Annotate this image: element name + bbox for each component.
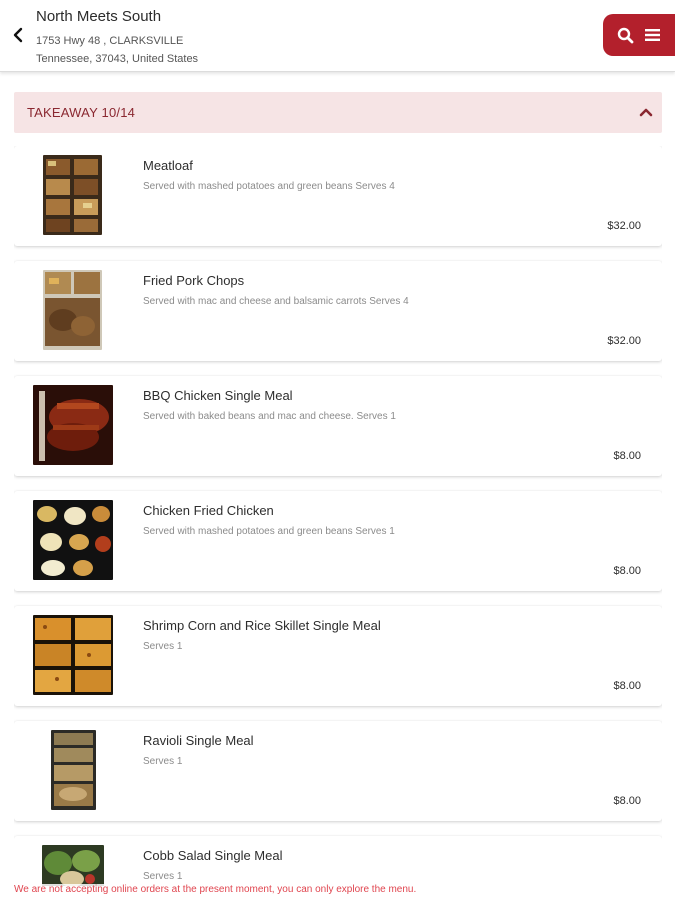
hamburger-menu-icon: [645, 29, 661, 41]
item-photo: [33, 500, 113, 580]
address-line-1: 1753 Hwy 48 , CLARKSVILLE: [36, 35, 184, 47]
app-header: North Meets South 1753 Hwy 48 , CLARKSVI…: [0, 0, 675, 72]
item-description: Served with mac and cheese and balsamic …: [143, 296, 409, 307]
item-price: $8.00: [613, 680, 641, 692]
category-header-takeaway[interactable]: TAKEAWAY 10/14: [14, 92, 662, 133]
item-name: Fried Pork Chops: [143, 273, 245, 288]
item-photo: [43, 155, 102, 235]
item-price: $8.00: [613, 565, 641, 577]
search-icon: [617, 27, 634, 43]
item-name: Cobb Salad Single Meal: [143, 848, 283, 863]
ordering-unavailable-notice: We are not accepting online orders at th…: [14, 884, 417, 895]
menu-item-card[interactable]: Chicken Fried Chicken Served with mashed…: [14, 491, 662, 591]
item-name: Chicken Fried Chicken: [143, 503, 274, 518]
item-name: Meatloaf: [143, 158, 193, 173]
category-title: TAKEAWAY 10/14: [27, 105, 136, 120]
item-name: Shrimp Corn and Rice Skillet Single Meal: [143, 618, 381, 633]
item-photo: [43, 270, 102, 350]
menu-item-card[interactable]: Ravioli Single Meal Serves 1 $8.00: [14, 721, 662, 821]
search-button[interactable]: [614, 24, 636, 46]
restaurant-address: 1753 Hwy 48 , CLARKSVILLE Tennessee, 370…: [36, 32, 198, 68]
menu-button[interactable]: [642, 24, 664, 46]
item-description: Serves 1: [143, 756, 183, 767]
item-description: Served with baked beans and mac and chee…: [143, 411, 396, 422]
menu-item-list: Meatloaf Served with mashed potatoes and…: [14, 146, 662, 886]
menu-item-card[interactable]: Cobb Salad Single Meal Serves 1: [14, 836, 662, 886]
chevron-up-icon: [639, 108, 653, 117]
item-description: Serves 1: [143, 871, 183, 882]
item-price: $32.00: [607, 220, 641, 232]
item-name: Ravioli Single Meal: [143, 733, 254, 748]
item-photo: [51, 730, 96, 810]
menu-item-card[interactable]: Meatloaf Served with mashed potatoes and…: [14, 146, 662, 246]
item-photo: [42, 845, 104, 886]
item-price: $8.00: [613, 450, 641, 462]
item-price: $32.00: [607, 335, 641, 347]
back-button[interactable]: [8, 24, 28, 46]
restaurant-name: North Meets South: [36, 8, 162, 25]
header-actions: [603, 14, 675, 56]
item-description: Serves 1: [143, 641, 183, 652]
address-line-2: Tennessee, 37043, United States: [36, 53, 199, 65]
item-photo: [33, 615, 113, 695]
chevron-left-icon: [13, 27, 23, 43]
item-price: $8.00: [613, 795, 641, 807]
item-description: Served with mashed potatoes and green be…: [143, 526, 395, 537]
menu-item-card[interactable]: Fried Pork Chops Served with mac and che…: [14, 261, 662, 361]
item-description: Served with mashed potatoes and green be…: [143, 181, 395, 192]
menu-item-card[interactable]: BBQ Chicken Single Meal Served with bake…: [14, 376, 662, 476]
menu-item-card[interactable]: Shrimp Corn and Rice Skillet Single Meal…: [14, 606, 662, 706]
item-photo: [33, 385, 113, 465]
item-name: BBQ Chicken Single Meal: [143, 388, 293, 403]
